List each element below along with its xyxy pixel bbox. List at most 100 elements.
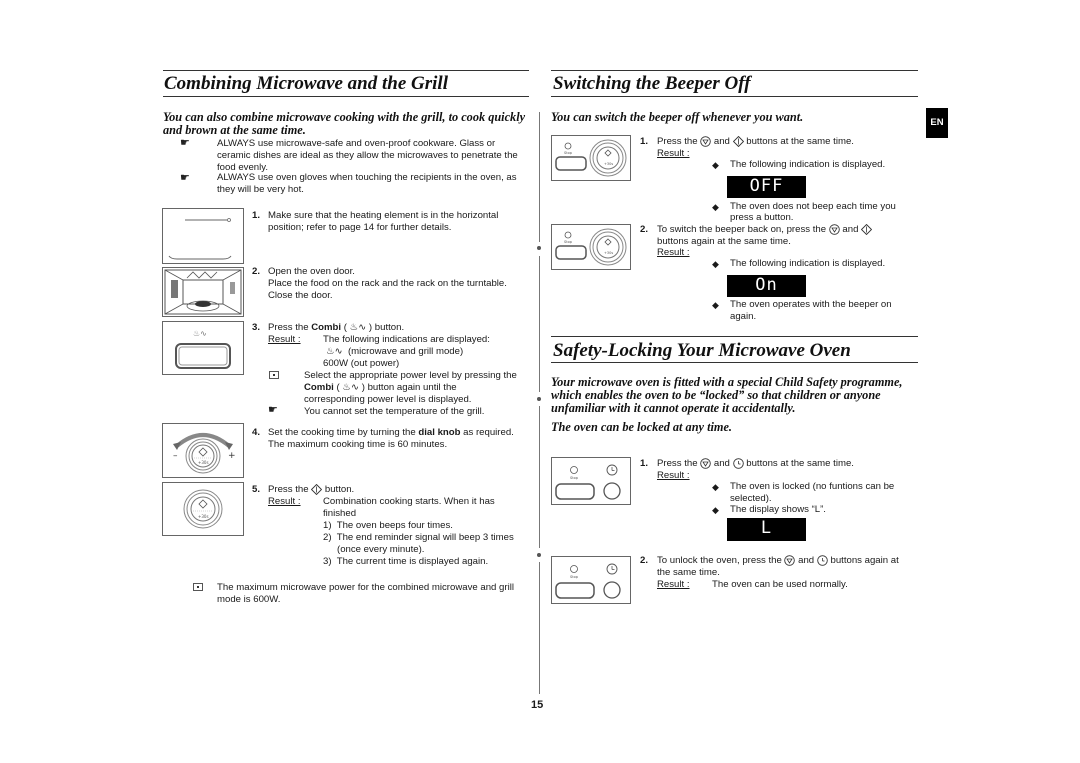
and-text: and (798, 555, 815, 567)
title-rule-top (163, 70, 529, 71)
step-number: 2. (640, 224, 649, 235)
step5-sub-1: 1) The oven beeps four times. (323, 520, 453, 532)
step4-pre: Set the cooking time by turning the (268, 427, 419, 438)
sub-num: 1) (323, 520, 332, 531)
sub-num: 3) (323, 556, 332, 567)
hand-pointer-icon: ☛ (180, 137, 190, 149)
step3-result-line1: The following indications are displayed: (323, 334, 490, 345)
step3-note-line3: corresponding power level is displayed. (304, 394, 472, 405)
combi-label: Combi (304, 382, 334, 393)
stop-clock-panel-icon: Stop (555, 464, 621, 500)
intro-beeper: You can switch the beeper off whenever y… (551, 110, 804, 124)
svg-text:+: + (228, 451, 236, 461)
sub-text: The end reminder signal will beep 3 time… (336, 532, 514, 543)
beeper-step2-line1: To switch the beeper back on, press the … (657, 224, 873, 236)
diamond-bullet-icon: ◆ (712, 505, 719, 515)
beeper-step2-bullet1: The following indication is displayed. (730, 258, 886, 269)
stop-icon (828, 224, 840, 235)
beeper-step2-bullet2-line2: again. (730, 311, 757, 322)
lock-step2-post: buttons again at (830, 555, 899, 567)
heating-element-icon (168, 218, 232, 260)
lock-step1-pre: Press the (657, 458, 698, 470)
start-dial-figure: +30s (162, 482, 244, 536)
start-dial-icon: +30s (183, 489, 223, 529)
stop-start-panel-figure: Stop +30s (551, 224, 631, 270)
diamond-bullet-icon: ◆ (712, 202, 719, 212)
sub-num: 2) (323, 532, 332, 543)
display-off: OFF (727, 176, 806, 198)
step4-line2: The maximum cooking time is 60 minutes. (268, 439, 448, 450)
dial-knob-icon: +30s – + (173, 433, 236, 474)
combi-button-icon: ♨∿ (175, 329, 231, 369)
step2-text-c: Close the door. (268, 290, 333, 301)
svg-text:Stop: Stop (564, 240, 573, 244)
result-label: Result : (268, 334, 301, 345)
stop-start-panel-figure: Stop +30s (551, 135, 631, 181)
stop-clock-panel-figure: Stop (551, 457, 631, 505)
and-text: and (842, 224, 859, 236)
lock-step1-bullet1-line1: The oven is locked (no funtions can be (730, 481, 895, 492)
step5-sub-2: 2) The end reminder signal will beep 3 t… (323, 532, 514, 544)
result-label: Result : (268, 496, 301, 507)
beeper-step1-bullet1: The following indication is displayed. (730, 159, 886, 170)
final-note-line1: The maximum microwave power for the comb… (217, 582, 514, 593)
hand-pointer-icon: ☛ (180, 172, 190, 184)
step4-post: as required. (460, 427, 514, 438)
svg-text:+30s: +30s (198, 514, 209, 519)
combi-icon: ♨∿ (349, 322, 367, 333)
step-number: 1. (640, 136, 649, 147)
beeper-step1-bullet2-line2: press a button. (730, 212, 794, 223)
column-divider (539, 256, 540, 392)
beeper-step1-post: buttons at the same time. (746, 136, 854, 148)
step-number: 2. (640, 555, 649, 566)
step3-result-line3: 600W (out power) (323, 358, 400, 369)
title-rule-top (551, 336, 918, 337)
result-label: Result : (657, 247, 690, 258)
step5-result-line2: finished (323, 508, 357, 519)
result-label: Result : (657, 148, 690, 159)
display-lock: L (727, 518, 806, 541)
tip-cookware: ALWAYS use microwave-safe and oven-proof… (217, 138, 518, 173)
stop-clock-panel-figure: Stop (551, 556, 631, 604)
divider-dot (537, 553, 541, 557)
stop-clock-panel-icon: Stop (555, 563, 621, 599)
step1-text: Make sure that the heating element is in… (268, 210, 499, 233)
hand-pointer-icon: ☛ (268, 404, 278, 416)
svg-text:Stop: Stop (564, 151, 573, 155)
dial-knob-figure: +30s – + (162, 423, 244, 478)
and-text: and (713, 458, 730, 470)
divider-dot (537, 397, 541, 401)
beeper-step1-text: Press the and buttons at the same time. (657, 136, 854, 148)
dial-knob-label: dial knob (418, 427, 461, 438)
lock-step2-line1: To unlock the oven, press the and button… (657, 555, 899, 567)
step3-result-line2: ♨∿ (microwave and grill mode) (326, 346, 463, 358)
lock-step1-text: Press the and buttons at the same time. (657, 458, 854, 470)
stop-start-panel-icon: Stop +30s (555, 228, 627, 266)
step3-note-line1: Select the appropriate power level by pr… (304, 370, 517, 381)
diamond-bullet-icon: ◆ (712, 259, 719, 269)
combi-icon: ♨∿ (342, 382, 360, 393)
section-title-beeper: Switching the Beeper Off (553, 73, 751, 94)
combi-label: Combi (311, 322, 342, 333)
mode-text: (microwave and grill mode) (347, 346, 464, 357)
intro-combining: You can also combine microwave cooking w… (163, 110, 526, 137)
step-number: 5. (252, 484, 261, 495)
title-rule-bottom (551, 362, 918, 363)
column-divider (539, 406, 540, 548)
divider-dot (537, 246, 541, 250)
svg-text:+30s: +30s (604, 162, 613, 166)
step5-pre: Press the (268, 484, 309, 496)
step-number: 2. (252, 266, 261, 277)
step3-text-post: button. (372, 322, 405, 333)
step-number: 1. (640, 458, 649, 469)
combi-button-figure: ♨∿ (162, 321, 244, 375)
clock-icon (732, 458, 744, 469)
start-diamond-icon (861, 224, 873, 235)
result-label: Result : (657, 579, 690, 590)
step5-post: button. (324, 484, 355, 496)
sub-text: The oven beeps four times. (336, 520, 453, 531)
step-number: 1. (252, 210, 261, 221)
svg-text:Stop: Stop (570, 476, 579, 480)
diamond-bullet-icon: ◆ (712, 482, 719, 492)
step5-result-line1: Combination cooking starts. When it has (323, 496, 495, 507)
